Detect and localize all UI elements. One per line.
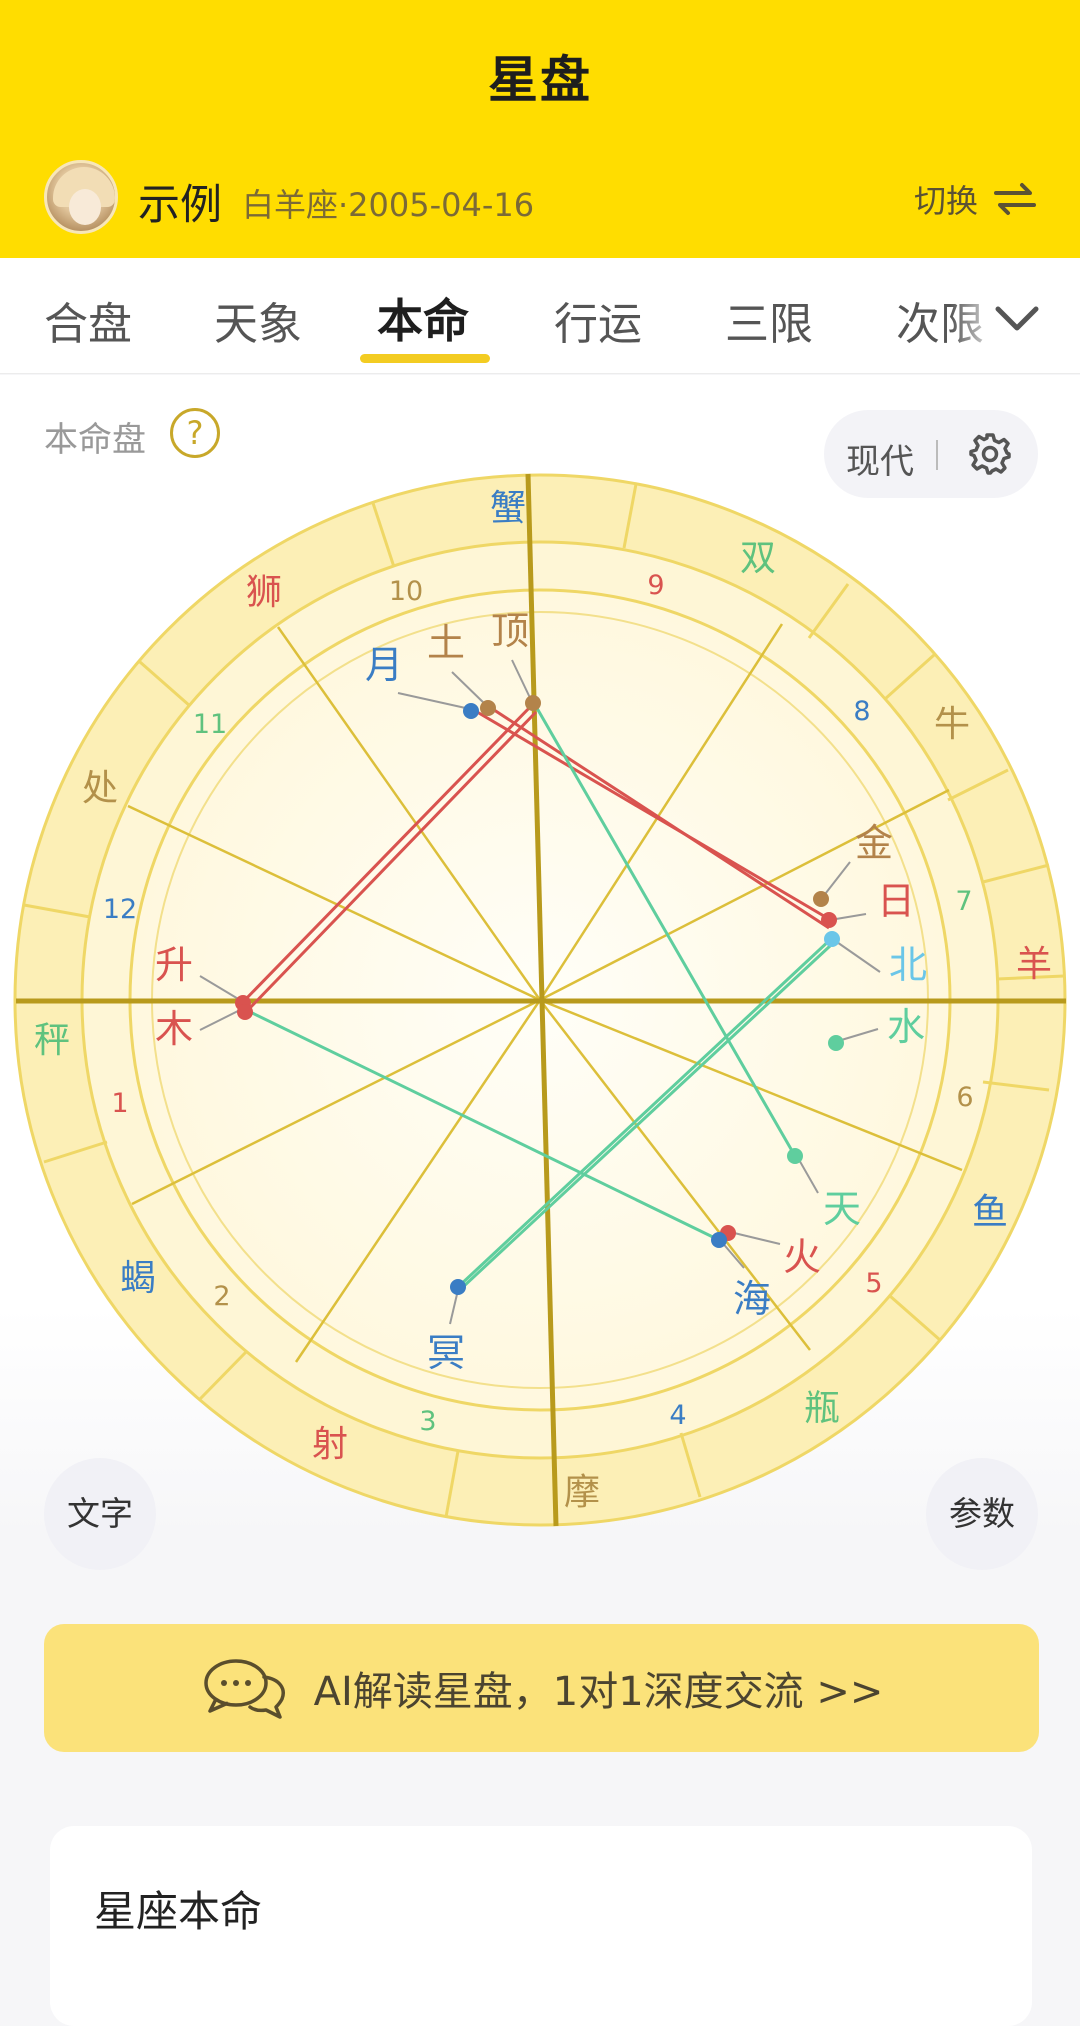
- neptune-dot: [711, 1232, 727, 1248]
- chat-bubbles-icon: [203, 1659, 285, 1719]
- switch-label: 切换: [913, 182, 978, 220]
- sign-gemini: 双: [740, 538, 776, 579]
- north-node-label: 北: [889, 943, 927, 987]
- jupiter-dot: [237, 1004, 253, 1020]
- venus-label: 金: [855, 821, 893, 865]
- natal-sign-card: 星座本命: [50, 1826, 1032, 2026]
- house-10: 10: [389, 576, 423, 607]
- midheaven-label: 顶: [491, 609, 529, 653]
- house-12: 12: [103, 894, 137, 925]
- uranus-label: 天: [823, 1187, 861, 1231]
- mercury-dot: [828, 1035, 844, 1051]
- house-5: 5: [865, 1268, 882, 1299]
- pluto-label: 冥: [427, 1331, 465, 1375]
- jupiter-label: 木: [155, 1007, 193, 1051]
- uranus-dot: [787, 1148, 803, 1164]
- card-title: 星座本命: [94, 1887, 263, 1936]
- house-7: 7: [955, 886, 972, 917]
- chart-type-tabs: 合盘 天象 本命 行运 三限 次限: [0, 258, 1080, 374]
- tab-transit-sky[interactable]: 天象: [214, 288, 302, 352]
- sign-leo: 狮: [246, 572, 282, 613]
- sign-sagittarius: 射: [312, 1424, 348, 1465]
- house-2: 2: [213, 1281, 230, 1312]
- tab-natal[interactable]: 本命: [377, 285, 469, 351]
- active-tab-indicator: [360, 354, 490, 363]
- sun-dot: [821, 912, 837, 928]
- natal-chart-wheel[interactable]: 蟹 双 牛 羊 鱼 瓶 摩 射 蝎 秤 处 狮 1 2 3 4 5 6 7 8 …: [0, 460, 1080, 1560]
- sign-scorpio: 蝎: [120, 1258, 156, 1299]
- swap-arrows-icon: [994, 183, 1036, 215]
- pluto-dot: [450, 1279, 466, 1295]
- moon-label: 月: [365, 643, 403, 687]
- house-8: 8: [853, 696, 870, 727]
- help-icon[interactable]: ?: [170, 408, 220, 458]
- midheaven-dot: [525, 695, 541, 711]
- avatar[interactable]: [44, 160, 118, 234]
- ai-banner-text: AI解读星盘，1对1深度交流 >>: [313, 1669, 884, 1715]
- sign-capricorn: 摩: [564, 1472, 600, 1513]
- sign-taurus: 牛: [934, 704, 970, 745]
- moon-dot: [463, 703, 479, 719]
- saturn-label: 土: [427, 621, 465, 665]
- saturn-dot: [480, 700, 496, 716]
- house-11: 11: [193, 709, 227, 740]
- text-view-button[interactable]: 文字: [44, 1458, 156, 1570]
- ai-reading-banner[interactable]: AI解读星盘，1对1深度交流 >>: [44, 1624, 1039, 1752]
- params-button[interactable]: 参数: [926, 1458, 1038, 1570]
- tab-transit[interactable]: 行运: [554, 288, 642, 352]
- switch-profile-button[interactable]: 切换: [914, 176, 1038, 222]
- venus-dot: [813, 891, 829, 907]
- top-bar: 星盘 示例 白羊座·2005-04-16 切换: [0, 0, 1080, 258]
- sign-aries: 羊: [1016, 944, 1052, 985]
- sign-libra: 秤: [34, 1020, 70, 1061]
- sun-label: 日: [877, 879, 915, 923]
- house-4: 4: [669, 1400, 686, 1431]
- sign-virgo: 处: [82, 768, 118, 809]
- profile-name: 示例: [138, 180, 223, 229]
- profile-subtitle: 白羊座·2005-04-16: [242, 186, 535, 224]
- mercury-label: 水: [887, 1005, 925, 1049]
- page-title: 星盘: [488, 51, 592, 109]
- section-label: 本命盘: [44, 420, 146, 460]
- house-9: 9: [647, 570, 664, 601]
- house-6: 6: [956, 1082, 973, 1113]
- chevron-down-icon[interactable]: [992, 303, 1042, 335]
- sign-pisces: 鱼: [972, 1192, 1008, 1233]
- sign-cancer: 蟹: [490, 488, 526, 529]
- ascendant-label: 升: [155, 943, 193, 987]
- house-1: 1: [111, 1088, 128, 1119]
- house-3: 3: [419, 1406, 436, 1437]
- mars-label: 火: [783, 1235, 821, 1279]
- north-node-dot: [824, 931, 840, 947]
- tab-tertiary[interactable]: 三限: [725, 288, 813, 352]
- neptune-label: 海: [733, 1277, 771, 1321]
- sign-aquarius: 瓶: [804, 1388, 840, 1429]
- tab-synastry[interactable]: 合盘: [44, 288, 132, 352]
